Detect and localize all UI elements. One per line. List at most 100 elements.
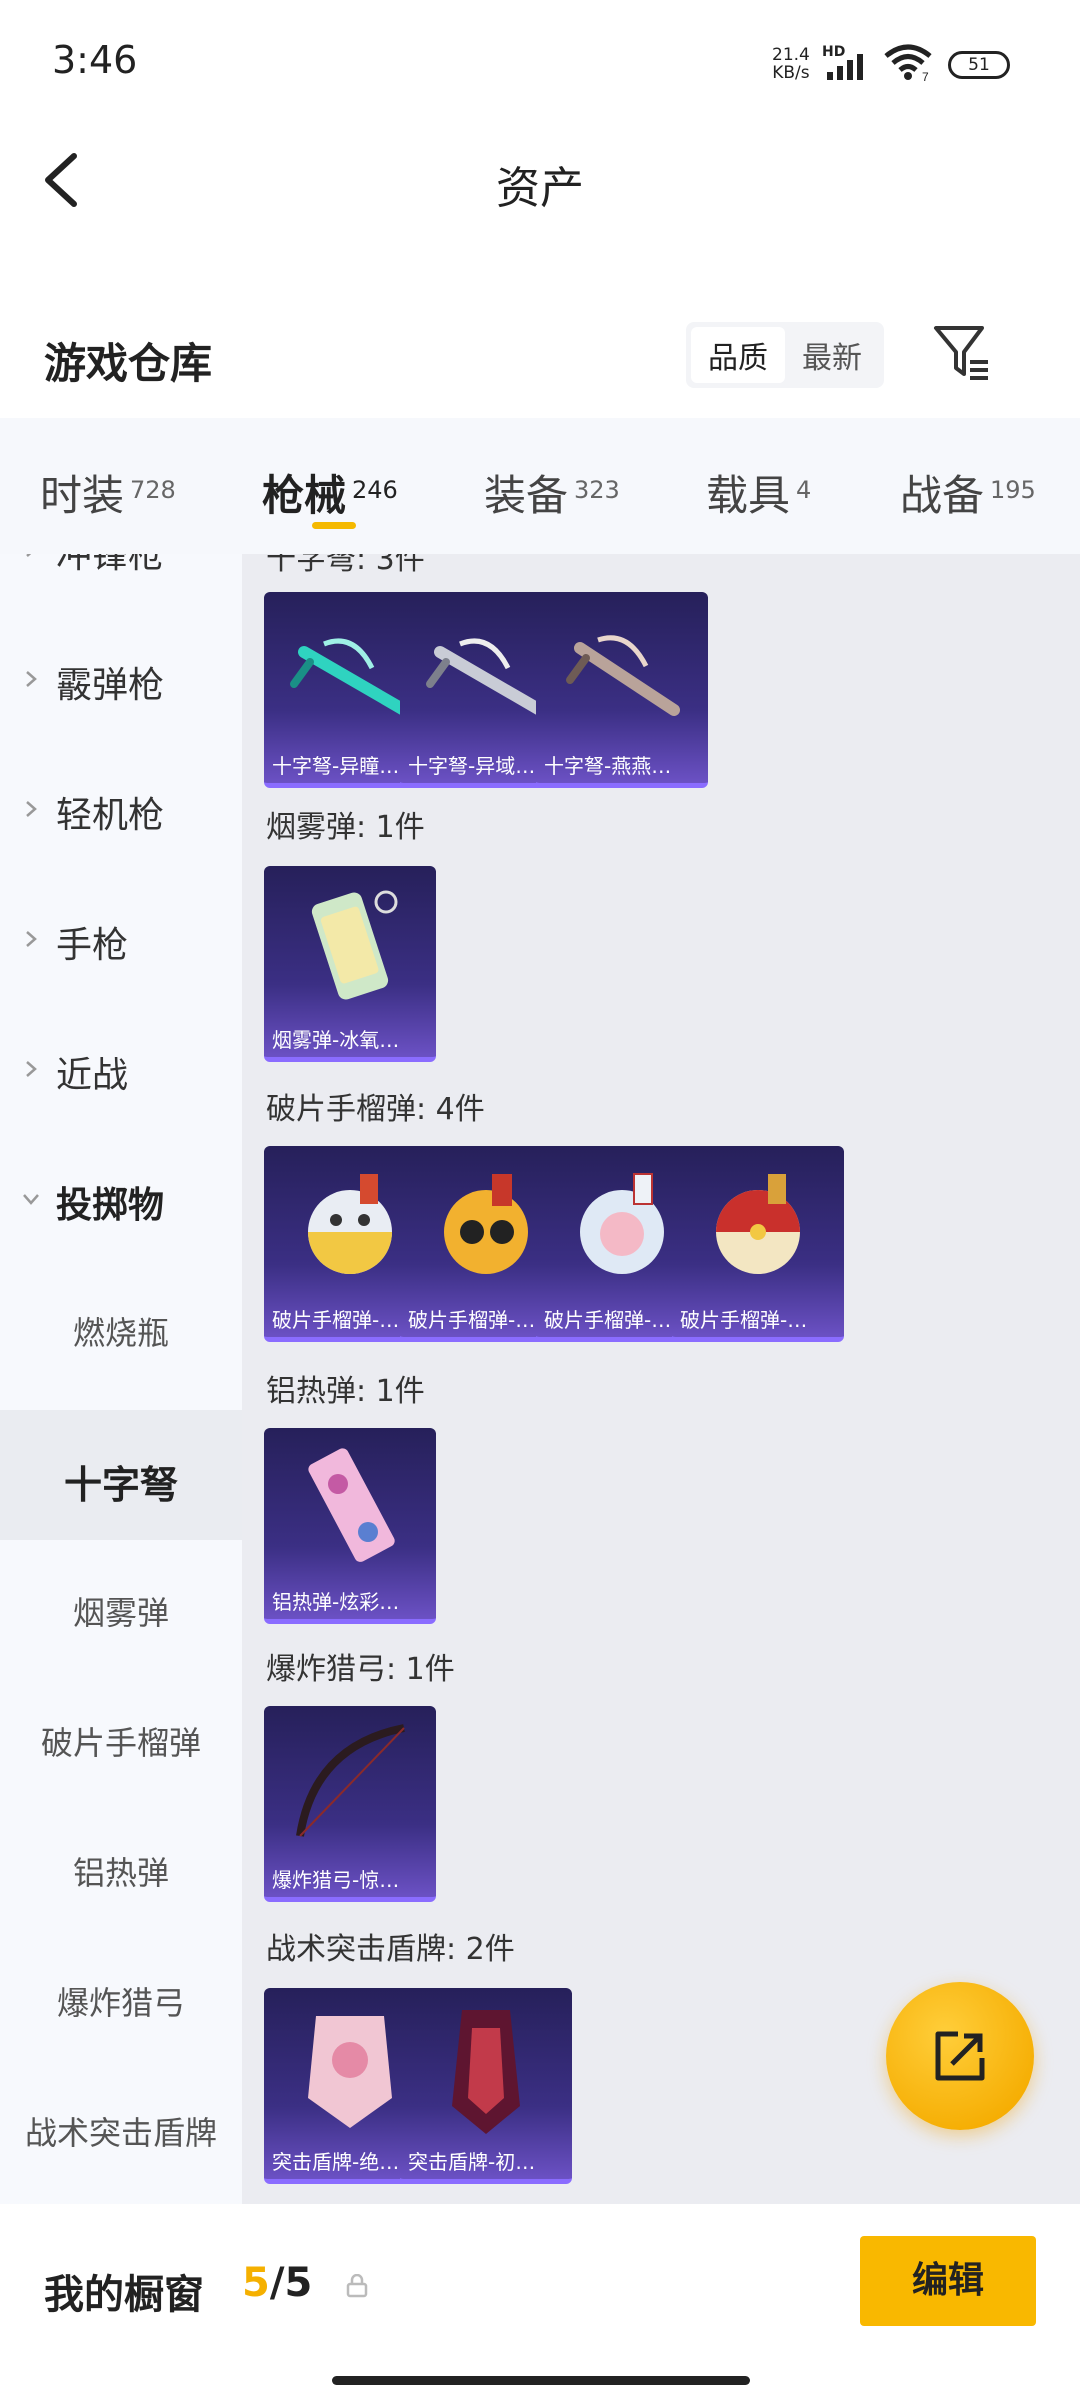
network-speed: 21.4 KB/s [772, 46, 810, 82]
item-grid: 十字弩: 3件 十字弩-异瞳… 十字弩-异域… 十字弩-燕燕… 烟雾弹: 1件 [242, 554, 1080, 2204]
sidebar-item-throwables[interactable]: 投掷物 [0, 1130, 242, 1260]
item-name: 铝热弹-炫彩… [272, 1590, 400, 1614]
sidebar: 冲锋枪 霰弹枪 轻机枪 手枪 近战 投掷物 燃烧瓶 十字弩 烟雾弹 破片手榴弹 … [0, 554, 242, 2204]
tab-count: 728 [130, 476, 176, 504]
wifi-sub-label: 7 [922, 70, 929, 82]
status-time: 3:46 [52, 38, 138, 82]
item-name: 爆炸猎弓-惊… [272, 1868, 400, 1892]
sidebar-item-melee[interactable]: 近战 [0, 1000, 242, 1130]
tab-fashion[interactable]: 时装 728 [40, 462, 176, 523]
sort-option-quality[interactable]: 品质 [691, 327, 785, 383]
bottom-bar: 我的橱窗 5/5 编辑 [0, 2204, 1080, 2400]
sidebar-subitem-label: 铝热弹 [72, 1854, 169, 1892]
share-icon [935, 2031, 985, 2081]
sidebar-subitem-explosive-bow[interactable]: 爆炸猎弓 [0, 1930, 242, 2060]
filter-icon[interactable] [932, 322, 992, 384]
item-name: 破片手榴弹-… [680, 1308, 808, 1332]
sidebar-subitem-label: 烟雾弹 [72, 1594, 169, 1632]
chevron-down-icon [23, 1194, 39, 1205]
sidebar-item-label: 近战 [56, 1055, 129, 1096]
wifi-icon: 7 [884, 44, 932, 82]
sidebar-subitem-smoke-grenade[interactable]: 烟雾弹 [0, 1540, 242, 1670]
battery-indicator: 51 [948, 51, 1010, 79]
sidebar-subitem-molotov[interactable]: 燃烧瓶 [0, 1260, 242, 1390]
sidebar-subitem-label: 爆炸猎弓 [56, 1984, 185, 2022]
item-card[interactable]: 烟雾弹-冰氧… [264, 866, 436, 1062]
showcase-count: 5/5 [242, 2260, 312, 2306]
item-card[interactable]: 爆炸猎弓-惊… [264, 1706, 436, 1902]
item-card[interactable]: 铝热弹-炫彩… [264, 1428, 436, 1624]
item-card[interactable]: 破片手榴弹-… [672, 1146, 844, 1342]
frag-grenade-icon [716, 1174, 800, 1274]
group-label-crossbow: 十字弩: 3件 [266, 554, 425, 577]
sidebar-subitem-frag-grenade[interactable]: 破片手榴弹 [0, 1670, 242, 1800]
tab-label: 时装 [40, 471, 125, 520]
item-name: 十字弩-燕燕… [544, 754, 672, 778]
showcase-current: 5 [242, 2260, 270, 2306]
thermite-grenade-icon [308, 1448, 395, 1562]
group-label-thermite: 铝热弹: 1件 [266, 1374, 425, 1409]
tab-equipment[interactable]: 装备 323 [484, 462, 620, 523]
showcase-separator: / [269, 2260, 285, 2306]
smoke-grenade-icon [311, 890, 398, 1000]
sidebar-item-lmg[interactable]: 轻机枪 [0, 740, 242, 870]
sidebar-item-pistol[interactable]: 手枪 [0, 870, 242, 1000]
tab-vehicles[interactable]: 载具 4 [706, 462, 811, 523]
lock-icon [346, 2274, 368, 2298]
tab-combat-supplies[interactable]: 战备 195 [900, 462, 1036, 523]
item-card[interactable]: 突击盾牌-初… [400, 1988, 572, 2184]
sidebar-subitem-crossbow[interactable]: 十字弩 [0, 1410, 242, 1540]
chevron-right-icon [26, 931, 37, 947]
group-label-explosive-bow: 爆炸猎弓: 1件 [266, 1652, 455, 1687]
sidebar-subitem-label: 战术突击盾牌 [24, 2114, 217, 2152]
status-bar: 3:46 21.4 KB/s HD 7 51 [0, 0, 1080, 130]
chevron-right-icon [26, 671, 37, 687]
network-speed-value: 21.4 [772, 45, 810, 65]
tab-firearms[interactable]: 枪械 246 [262, 462, 398, 523]
active-tab-indicator [312, 522, 356, 529]
showcase-label: 我的橱窗 [44, 2272, 204, 2318]
sidebar-subitem-label: 燃烧瓶 [72, 1314, 169, 1352]
sidebar-subitem-label: 破片手榴弹 [40, 1724, 201, 1762]
shield-icon [452, 2010, 520, 2134]
group-label-assault-shield: 战术突击盾牌: 2件 [266, 1932, 515, 1967]
showcase-total: 5 [284, 2260, 313, 2306]
sidebar-subitem-thermite[interactable]: 铝热弹 [0, 1800, 242, 1930]
share-button[interactable] [886, 1982, 1034, 2130]
edit-button[interactable]: 编辑 [860, 2236, 1036, 2326]
tab-count: 195 [990, 476, 1036, 504]
tab-label: 枪械 [262, 471, 347, 520]
sidebar-item-shotgun[interactable]: 霰弹枪 [0, 610, 242, 740]
signal-icon [827, 54, 863, 80]
item-name: 烟雾弹-冰氧… [272, 1028, 400, 1052]
sidebar-item-label: 轻机枪 [56, 795, 165, 836]
tab-label: 载具 [706, 471, 791, 520]
sort-option-newest[interactable]: 最新 [785, 327, 879, 383]
chevron-right-icon [26, 554, 32, 557]
sidebar-item-smg[interactable]: 冲锋枪 [0, 554, 242, 610]
network-speed-unit: KB/s [772, 63, 810, 83]
tab-count: 4 [796, 476, 812, 504]
tab-count: 323 [574, 476, 620, 504]
battery-level: 51 [968, 55, 990, 75]
sidebar-item-label: 冲锋枪 [56, 554, 165, 576]
group-label-frag-grenade: 破片手榴弹: 4件 [266, 1092, 485, 1127]
group-label-smoke-grenade: 烟雾弹: 1件 [266, 810, 425, 845]
bow-icon [296, 1724, 405, 1837]
chevron-right-icon [26, 1061, 37, 1077]
sidebar-subitem-assault-shield[interactable]: 战术突击盾牌 [0, 2060, 242, 2190]
crossbow-icon [566, 635, 680, 716]
home-indicator[interactable] [332, 2376, 750, 2385]
tab-label: 装备 [484, 471, 569, 520]
sidebar-item-label: 投掷物 [56, 1185, 165, 1226]
tab-count: 246 [352, 476, 398, 504]
tab-label: 战备 [900, 471, 985, 520]
sidebar-subitem-label: 十字弩 [63, 1463, 178, 1507]
warehouse-title: 游戏仓库 [44, 339, 213, 388]
chevron-right-icon [26, 801, 37, 817]
sidebar-item-label: 手枪 [56, 925, 129, 966]
sidebar-item-label: 霰弹枪 [56, 665, 165, 706]
item-name: 突击盾牌-初… [408, 2150, 536, 2174]
item-card[interactable]: 十字弩-燕燕… [536, 592, 708, 788]
page-title: 资产 [496, 163, 584, 214]
